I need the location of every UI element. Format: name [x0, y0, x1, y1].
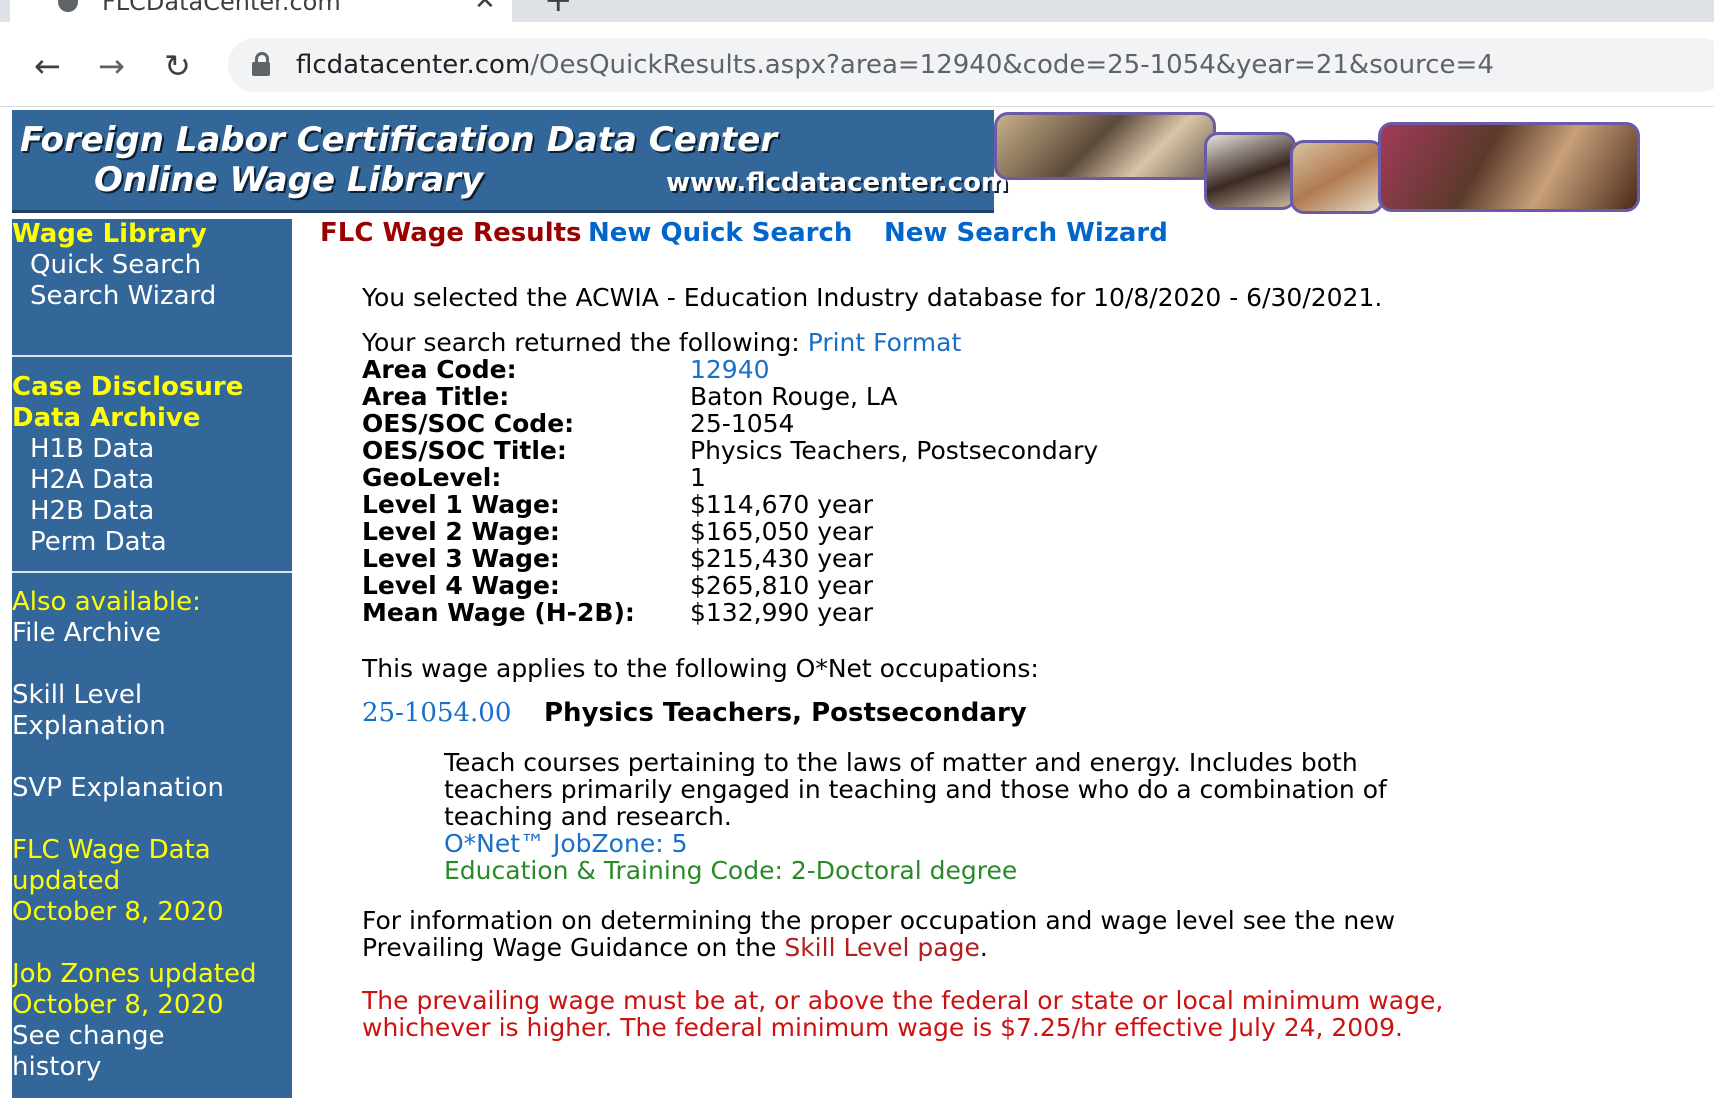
field-value: Physics Teachers, Postsecondary — [690, 436, 1099, 465]
banner-title: Foreign Labor Certification Data Center — [20, 120, 778, 160]
sidebar-divider — [12, 355, 292, 357]
url-path: /OesQuickResults.aspx?area=12940&code=25… — [530, 50, 1494, 80]
forward-arrow-icon[interactable]: → — [98, 50, 125, 82]
sidebar-link-quick-search[interactable]: Quick Search — [30, 250, 201, 281]
sidebar-job-zones-date: October 8, 2020 — [12, 990, 224, 1020]
sidebar-heading-wage-library: Wage Library — [12, 219, 207, 249]
tab-title: FLCDataCenter.com — [102, 0, 341, 16]
field-label: Area Code: — [362, 355, 517, 384]
address-bar[interactable]: flcdatacenter.com/OesQuickResults.aspx?a… — [228, 38, 1714, 92]
sidebar-link-search-wizard[interactable]: Search Wizard — [30, 281, 216, 312]
field-value: $165,050 year — [690, 517, 874, 546]
sidebar-heading-case-disclosure: Case Disclosure — [12, 372, 244, 402]
field-label: OES/SOC Code: — [362, 409, 575, 438]
skill-level-page-link[interactable]: Skill Level page — [784, 933, 980, 962]
back-arrow-icon[interactable]: ← — [34, 50, 61, 82]
sidebar-link-change-history-2[interactable]: history — [12, 1052, 101, 1083]
sidebar: Wage Library Quick Search Search Wizard … — [12, 219, 292, 1098]
new-search-wizard-link[interactable]: New Search Wizard — [884, 218, 1168, 248]
field-value: $265,810 year — [690, 571, 874, 600]
occupation-description: Teach courses pertaining to the laws of … — [444, 748, 1387, 831]
field-label: Level 3 Wage: — [362, 544, 560, 573]
sidebar-link-h2b[interactable]: H2B Data — [30, 496, 154, 527]
sidebar-job-zones-updated: Job Zones updated — [12, 959, 257, 989]
field-label: GeoLevel: — [362, 463, 502, 492]
print-format-link[interactable]: Print Format — [808, 328, 962, 357]
sidebar-link-h2a[interactable]: H2A Data — [30, 465, 154, 496]
new-tab-icon[interactable]: + — [544, 0, 573, 20]
database-selection-text: You selected the ACWIA - Education Indus… — [362, 283, 1383, 312]
field-value: $215,430 year — [690, 544, 874, 573]
browser-toolbar: ← → ↻ flcdatacenter.com/OesQuickResults.… — [0, 22, 1714, 107]
onet-code-link[interactable]: 25-1054.00 — [362, 698, 511, 728]
field-label: Mean Wage (H-2B): — [362, 598, 635, 627]
favicon-icon — [58, 0, 78, 12]
field-label: Level 2 Wage: — [362, 517, 560, 546]
browser-tab[interactable]: FLCDataCenter.com ✕ — [10, 0, 512, 22]
photo-child — [1204, 132, 1296, 210]
field-value: Baton Rouge, LA — [690, 382, 898, 411]
sidebar-link-svp[interactable]: SVP Explanation — [12, 773, 224, 804]
site-banner: Foreign Labor Certification Data Center … — [12, 110, 1008, 213]
field-value: $114,670 year — [690, 490, 874, 519]
area-code-link[interactable]: 12940 — [690, 356, 770, 383]
guidance-text: For information on determining the prope… — [362, 907, 1522, 961]
banner-photo-collage — [994, 110, 1654, 214]
field-value: 25-1054 — [690, 409, 795, 438]
guidance-text-2: . — [979, 933, 988, 962]
field-label: Level 1 Wage: — [362, 490, 560, 519]
onet-title: Physics Teachers, Postsecondary — [544, 698, 1027, 728]
sidebar-link-skill-level-2[interactable]: Explanation — [12, 711, 166, 742]
url-host: flcdatacenter.com — [296, 50, 531, 80]
sidebar-link-file-archive[interactable]: File Archive — [12, 618, 161, 649]
photo-group — [1378, 122, 1640, 212]
tab-strip: FLCDataCenter.com ✕ + — [0, 0, 1714, 40]
sidebar-link-change-history[interactable]: See change — [12, 1021, 164, 1052]
jobzone-link[interactable]: O*Net™ JobZone: 5 — [444, 830, 687, 857]
new-quick-search-link[interactable]: New Quick Search — [588, 218, 852, 248]
sidebar-flc-updated-date: October 8, 2020 — [12, 897, 224, 927]
field-value: 1 — [690, 463, 706, 492]
photo-office-workers — [994, 112, 1216, 180]
education-code: Education & Training Code: 2-Doctoral de… — [444, 856, 1018, 885]
field-label: Level 4 Wage: — [362, 571, 560, 600]
results-intro: Your search returned the following: Prin… — [362, 329, 961, 356]
lock-icon[interactable] — [252, 52, 270, 76]
url-text[interactable]: flcdatacenter.com/OesQuickResults.aspx?a… — [296, 48, 1494, 82]
onet-intro-text: This wage applies to the following O*Net… — [362, 654, 1039, 683]
results-intro-text: Your search returned the following: — [362, 328, 808, 357]
minimum-wage-notice: The prevailing wage must be at, or above… — [362, 986, 1444, 1042]
photo-worker-hardhat — [1290, 140, 1384, 214]
sidebar-also-available: Also available: — [12, 587, 201, 617]
tab-close-icon[interactable]: ✕ — [474, 0, 496, 16]
sidebar-link-perm[interactable]: Perm Data — [30, 527, 167, 558]
banner-site-url: www.flcdatacenter.com — [666, 168, 1009, 198]
field-label: OES/SOC Title: — [362, 436, 567, 465]
field-label: Area Title: — [362, 382, 510, 411]
reload-icon[interactable]: ↻ — [164, 50, 191, 82]
page-title: FLC Wage Results — [320, 218, 582, 248]
sidebar-divider — [12, 571, 292, 573]
field-value: $132,990 year — [690, 598, 874, 627]
sidebar-link-skill-level[interactable]: Skill Level — [12, 680, 142, 711]
banner-subtitle: Online Wage Library — [94, 160, 484, 200]
sidebar-link-h1b[interactable]: H1B Data — [30, 434, 154, 465]
sidebar-flc-updated: FLC Wage Data — [12, 835, 211, 865]
sidebar-heading-data-archive: Data Archive — [12, 403, 201, 433]
sidebar-flc-updated-2: updated — [12, 866, 121, 896]
